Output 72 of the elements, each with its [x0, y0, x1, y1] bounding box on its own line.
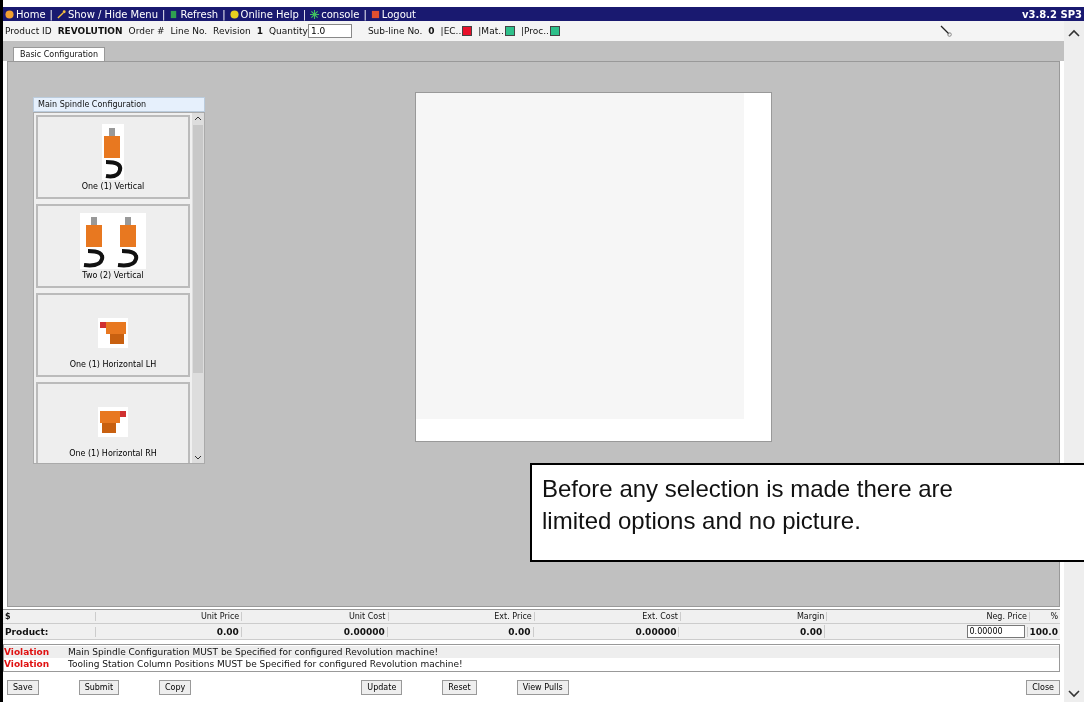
table-cell: 0.00000: [240, 626, 387, 637]
option-button[interactable]: One (1) Horizontal LH: [36, 293, 190, 377]
product-id-value: REVOLUTION: [57, 26, 123, 36]
callout-text: limited options and no picture.: [542, 506, 862, 536]
callout-text: Before any selection is made there are: [542, 474, 954, 504]
scroll-up-icon[interactable]: [194, 115, 202, 121]
spindle-drawing: [78, 211, 148, 271]
indicator-label: |Mat..: [478, 26, 504, 36]
row-label: Product:: [4, 626, 50, 637]
menu-item[interactable]: console: [310, 8, 360, 20]
column-header: %: [1029, 612, 1060, 621]
action-button[interactable]: Close: [1026, 679, 1060, 695]
spark-icon: [310, 9, 320, 19]
column-header: Unit Cost: [241, 612, 388, 621]
table-cell: 0.00: [386, 626, 533, 637]
action-button[interactable]: View Pulls: [516, 679, 569, 695]
exit-icon: [370, 9, 380, 19]
menu-separator: |: [49, 8, 53, 20]
table-cell: 0.00000: [532, 626, 679, 637]
scroll-down-icon[interactable]: [194, 455, 202, 461]
message-text: Tooling Station Column Positions MUST be Specified for configured Revolution machine!: [68, 659, 463, 669]
document-icon: [169, 9, 179, 19]
version-label: v3.8.2 SP3: [1022, 8, 1083, 20]
column-header: Unit Price: [95, 612, 242, 621]
quantity-field[interactable]: 1.0: [307, 24, 352, 38]
menu-separator: |: [222, 8, 226, 20]
column-header: Ext. Cost: [533, 612, 680, 621]
table-cell: 0.00: [678, 626, 825, 637]
action-button[interactable]: Copy: [159, 679, 192, 695]
revision-label: Revision: [213, 26, 251, 36]
pin-icon: [940, 25, 952, 37]
line-number-label: Line No.: [170, 26, 208, 36]
indicator-label: |Proc..: [520, 26, 549, 36]
menu-item[interactable]: Online Help: [229, 8, 299, 20]
menu-item[interactable]: Logout: [370, 8, 417, 20]
scroll-down-icon[interactable]: [1068, 690, 1080, 698]
sub-line-label: Sub-line No.: [367, 26, 423, 36]
help-icon: [229, 9, 239, 19]
column-header: Neg. Price: [826, 612, 1029, 621]
order-label: Order #: [128, 26, 165, 36]
scroll-up-icon[interactable]: [1068, 29, 1080, 37]
table-cell: 100.0: [1026, 626, 1060, 637]
option-button[interactable]: One (1) Vertical: [36, 115, 190, 199]
column-header: Ext. Price: [387, 612, 534, 621]
negotiated-price-field[interactable]: 0.00000: [966, 625, 1025, 638]
menu-separator: |: [162, 8, 166, 20]
violation-label: Violation: [4, 647, 51, 657]
action-button[interactable]: Update: [361, 679, 403, 695]
menu-item[interactable]: Show / Hide Menu: [56, 8, 159, 20]
table-cell: 0.00: [95, 626, 241, 637]
message-text: Main Spindle Configuration MUST be Specified for configured Revolution machine!: [68, 647, 439, 657]
action-button[interactable]: Reset: [442, 679, 477, 695]
revision-value: 1: [256, 26, 263, 36]
panel-title: Main Spindle Configuration: [33, 97, 205, 112]
quantity-label: Quantity: [269, 26, 308, 36]
indicator-label: |EC..: [440, 26, 462, 36]
option-button[interactable]: One (1) Horizontal RH: [36, 382, 190, 463]
action-button[interactable]: Submit: [78, 679, 120, 695]
menu-item[interactable]: Home: [5, 8, 46, 20]
violation-label: Violation: [4, 659, 51, 669]
product-id-label: Product ID: [5, 26, 52, 36]
scrollbar[interactable]: [192, 113, 204, 463]
menu-item[interactable]: Refresh: [169, 8, 219, 20]
action-button[interactable]: Save: [7, 679, 39, 695]
column-header: Margin: [680, 612, 827, 621]
sub-line-value: 0: [428, 26, 435, 36]
wand-icon: [56, 9, 66, 19]
column-header: $: [4, 612, 12, 621]
tab[interactable]: Basic Configuration: [13, 47, 105, 61]
menu-separator: |: [302, 8, 307, 20]
menu-separator: |: [363, 8, 367, 20]
option-button[interactable]: Two (2) Vertical: [36, 204, 190, 288]
